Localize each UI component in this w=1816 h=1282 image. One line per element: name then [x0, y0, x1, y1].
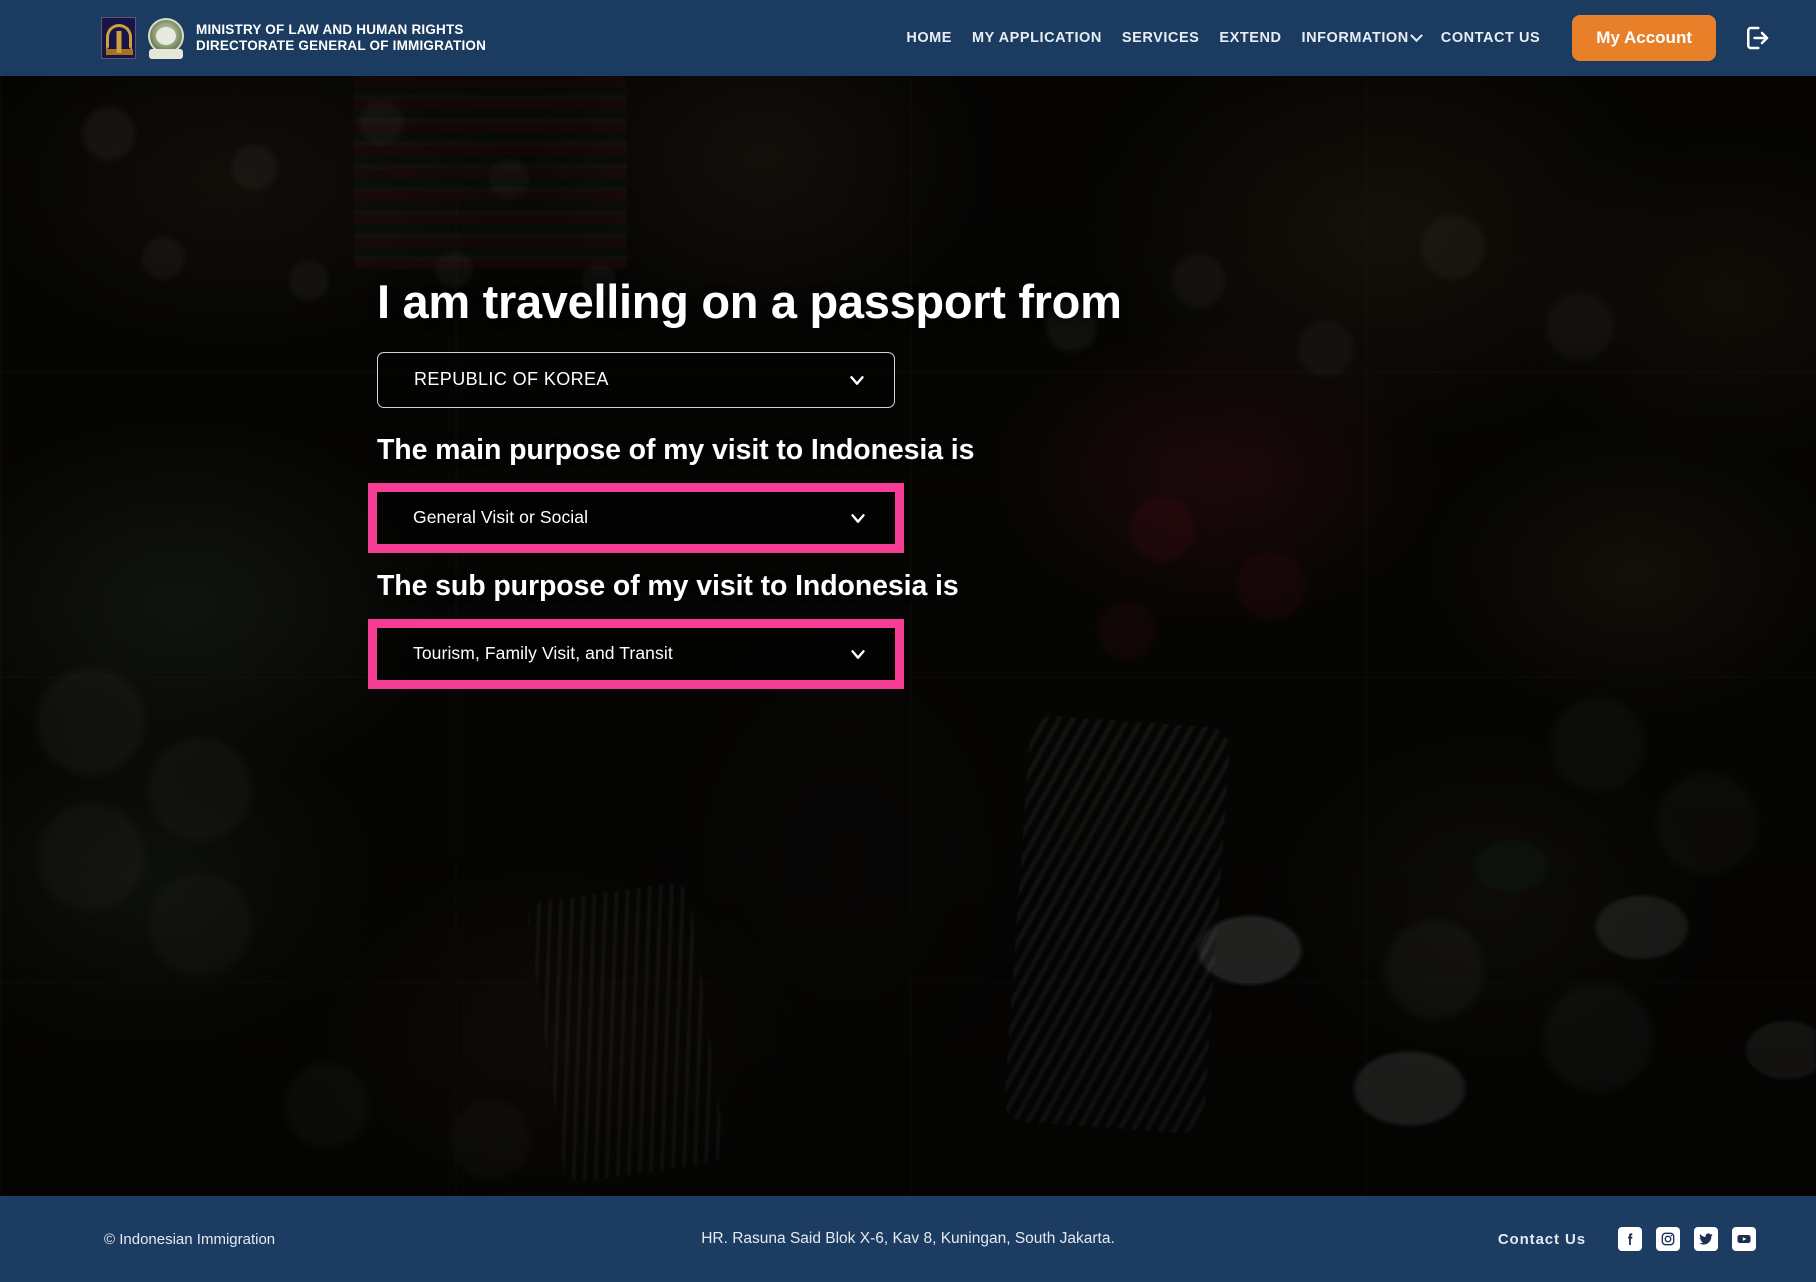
nav-item-my-application[interactable]: MY APPLICATION	[962, 24, 1112, 52]
nav-label: CONTACT US	[1440, 30, 1541, 46]
sub-purpose-select[interactable]: Tourism, Family Visit, and Transit	[377, 627, 895, 680]
main-purpose-field: General Visit or Social	[368, 482, 904, 553]
sub-purpose-label: The sub purpose of my visit to Indonesia…	[377, 569, 959, 602]
twitter-icon[interactable]	[1694, 1227, 1718, 1251]
visa-purpose-form: I am travelling on a passport from REPUB…	[368, 275, 1277, 706]
hero-section: I am travelling on a passport from REPUB…	[0, 66, 1816, 1196]
chevron-down-icon	[846, 369, 868, 391]
chevron-down-icon	[847, 507, 869, 529]
nav-label: INFORMATION	[1301, 30, 1409, 46]
page-root: MINISTRY OF LAW AND HUMAN RIGHTS DIRECTO…	[0, 0, 1816, 1282]
copyright-text: © Indonesian Immigration	[104, 1230, 276, 1248]
sub-purpose-field: Tourism, Family Visit, and Transit	[368, 618, 904, 689]
nav-label: SERVICES	[1121, 30, 1200, 46]
footer-contact-us-link[interactable]: Contact Us	[1498, 1231, 1586, 1248]
brand-line-1: MINISTRY OF LAW AND HUMAN RIGHTS	[196, 21, 464, 37]
instagram-icon[interactable]	[1656, 1227, 1680, 1251]
nav-label: MY APPLICATION	[972, 30, 1102, 46]
chevron-down-icon	[847, 643, 869, 665]
nav-label: HOME	[906, 30, 953, 46]
ministry-of-law-crest	[101, 17, 136, 59]
main-purpose-select[interactable]: General Visit or Social	[377, 491, 895, 544]
chevron-down-icon	[1409, 28, 1423, 42]
nav-item-information[interactable]: INFORMATION	[1292, 24, 1431, 52]
brand-logo[interactable]: MINISTRY OF LAW AND HUMAN RIGHTS DIRECTO…	[101, 16, 486, 60]
nav-item-services[interactable]: SERVICES	[1112, 24, 1209, 52]
country-field: REPUBLIC OF KOREA	[377, 351, 895, 408]
main-purpose-value: General Visit or Social	[413, 507, 589, 528]
brand-line-2: DIRECTORATE GENERAL OF IMMIGRATION	[196, 38, 487, 53]
facebook-icon[interactable]	[1618, 1227, 1642, 1251]
sub-purpose-value: Tourism, Family Visit, and Transit	[413, 643, 673, 664]
immigration-crest	[146, 16, 186, 60]
passport-country-select[interactable]: REPUBLIC OF KOREA	[377, 351, 895, 408]
nav-item-extend[interactable]: EXTEND	[1209, 24, 1291, 52]
site-header: MINISTRY OF LAW AND HUMAN RIGHTS DIRECTO…	[0, 0, 1816, 76]
youtube-icon[interactable]	[1732, 1227, 1756, 1251]
passport-country-value: REPUBLIC OF KOREA	[414, 369, 609, 390]
site-footer: © Indonesian Immigration HR. Rasuna Said…	[0, 1196, 1816, 1282]
brand-text: MINISTRY OF LAW AND HUMAN RIGHTS DIRECTO…	[196, 22, 486, 55]
page-title: I am travelling on a passport from	[377, 275, 1122, 328]
nav-item-contact-us[interactable]: CONTACT US	[1431, 24, 1550, 52]
main-navigation: HOME MY APPLICATION SERVICES EXTEND INFO…	[896, 24, 1550, 52]
footer-social-group: Contact Us	[1498, 1227, 1756, 1251]
nav-label: EXTEND	[1219, 30, 1282, 46]
my-account-button[interactable]: My Account	[1572, 15, 1716, 61]
logout-icon[interactable]	[1742, 23, 1772, 53]
nav-item-home[interactable]: HOME	[896, 24, 962, 52]
address-text: HR. Rasuna Said Blok X-6, Kav 8, Kuninga…	[701, 1230, 1115, 1247]
main-purpose-label: The main purpose of my visit to Indonesi…	[377, 433, 975, 466]
